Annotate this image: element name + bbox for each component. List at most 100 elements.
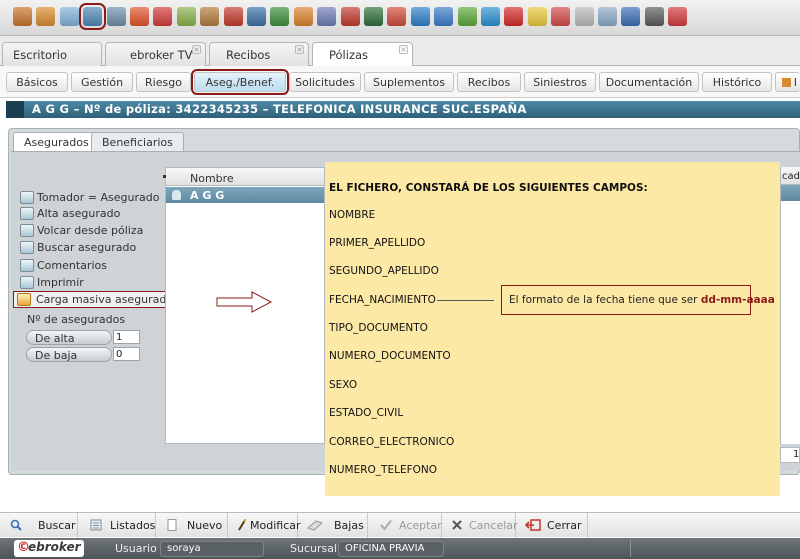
- subtab-label: Aseg./Benef.: [205, 76, 275, 89]
- subtab-riesgo[interactable]: Riesgo: [136, 72, 191, 92]
- user-icon[interactable]: [59, 7, 79, 26]
- folder-icon[interactable]: [340, 7, 360, 26]
- document-icon[interactable]: [106, 7, 126, 26]
- callout-text: El formato de la fecha tiene que ser: [509, 294, 701, 306]
- g-icon[interactable]: [504, 7, 524, 26]
- person-card-icon: [20, 191, 34, 204]
- tab-beneficiarios[interactable]: Beneficiarios: [91, 132, 184, 151]
- building-icon[interactable]: [270, 7, 290, 26]
- listados-button[interactable]: Listados: [78, 513, 156, 538]
- table-row-continuation[interactable]: [781, 185, 800, 201]
- subtab-recibos[interactable]: Recibos: [457, 72, 521, 92]
- subtab-siniestros[interactable]: Siniestros: [524, 72, 596, 92]
- close-icon[interactable]: ×: [192, 45, 201, 54]
- search-user-icon: [20, 241, 34, 254]
- bulb-icon[interactable]: [527, 7, 547, 26]
- shield-icon[interactable]: [457, 7, 477, 26]
- tab-label: Escritorio: [13, 48, 68, 62]
- subtab-solicitudes[interactable]: Solicitudes: [289, 72, 361, 92]
- buscar-button[interactable]: Buscar: [0, 513, 78, 538]
- logo-text: ebroker: [28, 540, 81, 554]
- exit-icon: [525, 519, 541, 531]
- menu-label: Tomador = Asegurado: [37, 191, 160, 204]
- subtab-suplementos[interactable]: Suplementos: [364, 72, 454, 92]
- ie-icon[interactable]: [410, 7, 430, 26]
- field-numero-telefono: NUMERO_TELEFONO: [329, 464, 437, 476]
- subtab-label: Gestión: [80, 76, 124, 89]
- subtab-basicos[interactable]: Básicos: [6, 72, 68, 92]
- grid-pager[interactable]: 1: [780, 447, 800, 463]
- tab-escritorio[interactable]: Escritorio: [2, 42, 102, 66]
- phone-icon[interactable]: [621, 7, 641, 26]
- people-icon[interactable]: [293, 7, 313, 26]
- cube-icon: [781, 78, 791, 87]
- refresh-icon[interactable]: [481, 7, 500, 26]
- aceptar-button[interactable]: Aceptar: [368, 513, 442, 538]
- action-label: Nuevo: [187, 519, 223, 532]
- target-icon[interactable]: [153, 7, 173, 26]
- printer-icon: [20, 276, 34, 289]
- column-header-cado[interactable]: cado: [781, 167, 800, 185]
- subtab-label: Recibos: [467, 76, 511, 89]
- status-bar: © ebroker Usuario soraya Sucursal OFICINA…: [0, 538, 800, 559]
- subtab-label: Solicitudes: [295, 76, 355, 89]
- arrows-icon[interactable]: [434, 7, 454, 26]
- field-segundo-apellido: SEGUNDO_APELLIDO: [329, 265, 439, 277]
- table-row[interactable]: A G G: [166, 187, 324, 203]
- tab-label: Recibos: [226, 48, 271, 62]
- field-correo-electronico: CORREO_ELECTRONICO: [329, 436, 455, 448]
- subtab-label: Siniestros: [533, 76, 587, 89]
- subtab-historico[interactable]: Histórico: [702, 72, 772, 92]
- chart-icon[interactable]: [551, 7, 571, 26]
- menu-label: Alta asegurado: [37, 207, 121, 220]
- subtab-more[interactable]: I: [775, 72, 800, 92]
- close-icon[interactable]: ×: [295, 45, 304, 54]
- group-icon[interactable]: [317, 7, 337, 26]
- pencil-icon[interactable]: [176, 7, 196, 26]
- field-nombre: NOMBRE: [329, 209, 376, 221]
- date-format: dd-mm-aaaa: [700, 294, 775, 306]
- fire-icon[interactable]: [130, 7, 149, 26]
- nuevo-button[interactable]: Nuevo: [156, 513, 228, 538]
- person-icon[interactable]: [36, 7, 56, 26]
- field-numero-documento: NUMERO_DOCUMENTO: [329, 350, 451, 362]
- subtab-aseg-benef[interactable]: Aseg./Benef.: [191, 69, 289, 95]
- arrow-right-icon: [216, 291, 272, 313]
- cerrar-button[interactable]: Cerrar: [516, 513, 588, 538]
- gear-icon[interactable]: [387, 7, 407, 26]
- bajas-button[interactable]: Bajas: [298, 513, 368, 538]
- modificar-button[interactable]: Modificar: [228, 513, 301, 538]
- column-header-nombre[interactable]: Nombre: [163, 168, 324, 186]
- close-icon[interactable]: ×: [399, 45, 408, 54]
- globe-icon[interactable]: [364, 7, 383, 26]
- menu-label: Comentarios: [37, 259, 107, 272]
- tab-bar: Escritorio ebroker TV × Recibos × Pólizas ×: [0, 36, 800, 67]
- cancelar-button[interactable]: Cancelar: [442, 513, 518, 538]
- notes-icon[interactable]: [574, 7, 594, 26]
- list-card-icon[interactable]: [79, 3, 107, 30]
- list-icon: [90, 519, 102, 531]
- subtab-documentacion[interactable]: Documentación: [599, 72, 699, 92]
- policy-title-bar: A G G – Nº de póliza: 3422345235 – TELEF…: [6, 101, 800, 118]
- printer-icon[interactable]: [644, 7, 664, 26]
- briefcase-icon[interactable]: [200, 7, 220, 26]
- field-estado-civil: ESTADO_CIVIL: [329, 407, 404, 419]
- subtab-gestion[interactable]: Gestión: [71, 72, 133, 92]
- tab-polizas[interactable]: Pólizas ×: [312, 42, 413, 67]
- tab-asegurados[interactable]: Asegurados: [13, 132, 100, 152]
- tab-ebroker-tv[interactable]: ebroker TV ×: [105, 42, 206, 66]
- field-fecha-nacimiento: FECHA_NACIMIENTO: [329, 294, 436, 306]
- column-header-label: Nombre: [190, 172, 234, 185]
- tab-recibos[interactable]: Recibos ×: [209, 42, 309, 66]
- medical-bag-icon[interactable]: [223, 7, 243, 26]
- usuario-label: Usuario: [115, 542, 157, 555]
- file-fields-note: EL FICHERO, CONSTARÁ DE LOS SIGUIENTES C…: [325, 162, 780, 496]
- menu-carga-masiva-asegurados[interactable]: Carga masiva asegurados: [13, 291, 179, 308]
- calendar-icon[interactable]: [598, 7, 617, 26]
- insured-count-label: Nº de asegurados: [27, 313, 126, 326]
- box-icon[interactable]: [13, 7, 32, 26]
- menu-label: Volcar desde póliza: [37, 224, 144, 237]
- add-user-icon: [20, 207, 34, 220]
- help-icon[interactable]: [668, 7, 688, 26]
- car-icon[interactable]: [247, 7, 266, 26]
